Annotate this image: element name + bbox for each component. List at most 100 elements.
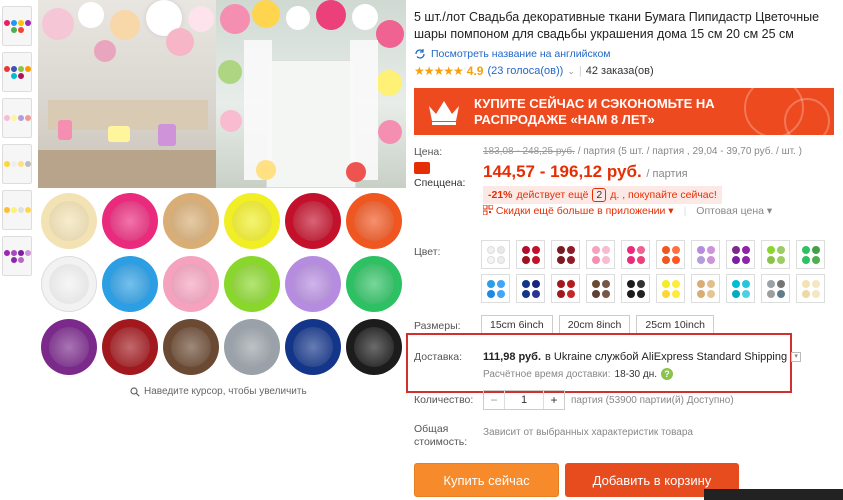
chevron-down-icon[interactable]: ⌄: [567, 66, 575, 77]
app-discount-link[interactable]: Скидки ещё больше в приложении ▾: [482, 204, 674, 217]
shipping-details[interactable]: в Ukraine службой AliExpress Standard Sh…: [545, 351, 787, 363]
color-option[interactable]: [586, 240, 615, 269]
translate-icon: [415, 49, 425, 59]
pompom-swatch: [346, 319, 402, 375]
color-option[interactable]: [516, 240, 545, 269]
shipping-highlight-box: [406, 333, 792, 393]
pompom-swatch: [224, 193, 280, 249]
thumbnail[interactable]: [2, 98, 32, 138]
quantity-input[interactable]: 1: [504, 391, 544, 409]
original-price-unit: / партия: [577, 146, 616, 157]
sale-price: 144,57 - 196,12 руб. / партия: [483, 162, 688, 182]
size-option-25cm[interactable]: 25cm 10inch: [636, 315, 714, 335]
pompom-swatch: [41, 193, 97, 249]
thumbnail[interactable]: [2, 52, 32, 92]
crown-icon: [429, 101, 459, 125]
pompom-swatch: [41, 319, 97, 375]
discount-days: 2: [592, 188, 607, 202]
pompom-swatch: [163, 256, 219, 312]
size-option-15cm[interactable]: 15cm 6inch: [481, 315, 553, 335]
color-option[interactable]: [621, 274, 650, 303]
party-photo-left: [38, 0, 216, 188]
color-option[interactable]: [516, 274, 545, 303]
sale-tag-icon: [414, 162, 430, 174]
app-discount-text[interactable]: Скидки ещё больше в приложении: [496, 205, 665, 217]
wholesale-price-link[interactable]: Оптовая цена ▾: [696, 205, 772, 217]
discount-text: действует ещё: [516, 189, 589, 201]
quantity-increase-button[interactable]: +: [544, 391, 564, 409]
thumbnail-strip: [0, 0, 34, 276]
color-option[interactable]: [761, 274, 790, 303]
buy-now-button[interactable]: Купить сейчас: [414, 463, 559, 497]
color-option[interactable]: [726, 274, 755, 303]
color-option[interactable]: [656, 240, 685, 269]
discount-badge: -21% действует ещё 2 д. , покупайте сейч…: [483, 186, 722, 204]
price-label: Цена:: [414, 146, 443, 158]
quantity-decrease-button[interactable]: −: [484, 391, 504, 409]
quantity-available: партия (53900 партии(й) Доступно): [571, 394, 734, 406]
shipping-eta-label: Расчётное время доставки:: [483, 368, 611, 380]
wholesale-price-text[interactable]: Оптовая цена: [696, 205, 764, 217]
zoom-hint: Наведите курсор, чтобы увеличить: [130, 386, 307, 397]
size-option-20cm[interactable]: 20cm 8inch: [558, 315, 631, 335]
qr-code-icon: [482, 204, 494, 216]
quantity-stepper[interactable]: − 1 +: [483, 390, 565, 410]
corner-overlay: [704, 489, 843, 500]
color-option[interactable]: [726, 240, 755, 269]
star-rating-icon: ★★★★★: [414, 64, 464, 78]
total-value: Зависит от выбранных характеристик товар…: [483, 427, 693, 438]
help-icon[interactable]: ?: [661, 368, 674, 380]
discount-tail: д. , покупайте сейчас!: [610, 189, 717, 201]
pompom-swatch: [285, 193, 341, 249]
total-label: Общая стоимость:: [414, 423, 468, 448]
pompom-swatch: [102, 193, 158, 249]
pompom-swatch: [346, 256, 402, 312]
color-option[interactable]: [551, 274, 580, 303]
color-option[interactable]: [691, 274, 720, 303]
shipping-method[interactable]: 111,98 руб. в Ukraine службой AliExpress…: [483, 351, 802, 363]
color-option[interactable]: [481, 274, 510, 303]
color-option[interactable]: [621, 240, 650, 269]
size-options: 15cm 6inch 20cm 8inch 25cm 10inch: [481, 315, 714, 335]
color-options: [481, 240, 831, 308]
color-option[interactable]: [796, 274, 825, 303]
original-price-value: 183,08 - 248,25 руб.: [483, 146, 575, 157]
rating-votes[interactable]: (23 голоса(ов)): [487, 65, 563, 77]
shipping-eta-value: 18-30 дн.: [614, 368, 658, 380]
pompom-swatch: [346, 193, 402, 249]
translate-link[interactable]: Посмотреть название на английском: [414, 48, 611, 60]
color-option[interactable]: [481, 240, 510, 269]
thumbnail[interactable]: [2, 190, 32, 230]
sale-price-value: 144,57 - 196,12 руб.: [483, 162, 642, 181]
sale-price-label: Спеццена:: [414, 177, 466, 189]
shipping-price: 111,98 руб.: [483, 351, 542, 363]
pompom-swatch: [41, 256, 97, 312]
translate-link-text[interactable]: Посмотреть название на английском: [431, 48, 611, 60]
thumbnail[interactable]: [2, 144, 32, 184]
quantity-row: − 1 + партия (53900 партии(й) Доступно): [483, 390, 734, 410]
promo-banner[interactable]: КУПИТЕ СЕЙЧАС И СЭКОНОМЬТЕ НА РАСПРОДАЖЕ…: [414, 88, 834, 135]
product-image[interactable]: [38, 0, 406, 380]
promo-banner-text: КУПИТЕ СЕЙЧАС И СЭКОНОМЬТЕ НА РАСПРОДАЖЕ…: [474, 96, 715, 127]
banner-decoration: [784, 98, 830, 135]
pompom-swatch: [102, 319, 158, 375]
shipping-label: Доставка:: [414, 351, 463, 363]
chevron-down-icon[interactable]: ▾: [791, 352, 802, 362]
color-option[interactable]: [796, 240, 825, 269]
product-title: 5 шт./лот Свадьба декоративные ткани Бум…: [414, 10, 820, 41]
rating-score: 4.9: [466, 64, 484, 78]
color-option[interactable]: [551, 240, 580, 269]
original-price: 183,08 - 248,25 руб. / партия (5 шт. / п…: [483, 146, 802, 157]
color-option[interactable]: [761, 240, 790, 269]
zoom-hint-text: Наведите курсор, чтобы увеличить: [144, 386, 307, 397]
product-photo: [38, 0, 406, 188]
color-option[interactable]: [691, 240, 720, 269]
sale-price-unit: / партия: [646, 168, 688, 180]
pompom-swatch: [163, 193, 219, 249]
pompom-swatch: [285, 319, 341, 375]
color-option[interactable]: [586, 274, 615, 303]
thumbnail[interactable]: [2, 6, 32, 46]
pompom-swatch: [163, 319, 219, 375]
thumbnail[interactable]: [2, 236, 32, 276]
color-option[interactable]: [656, 274, 685, 303]
